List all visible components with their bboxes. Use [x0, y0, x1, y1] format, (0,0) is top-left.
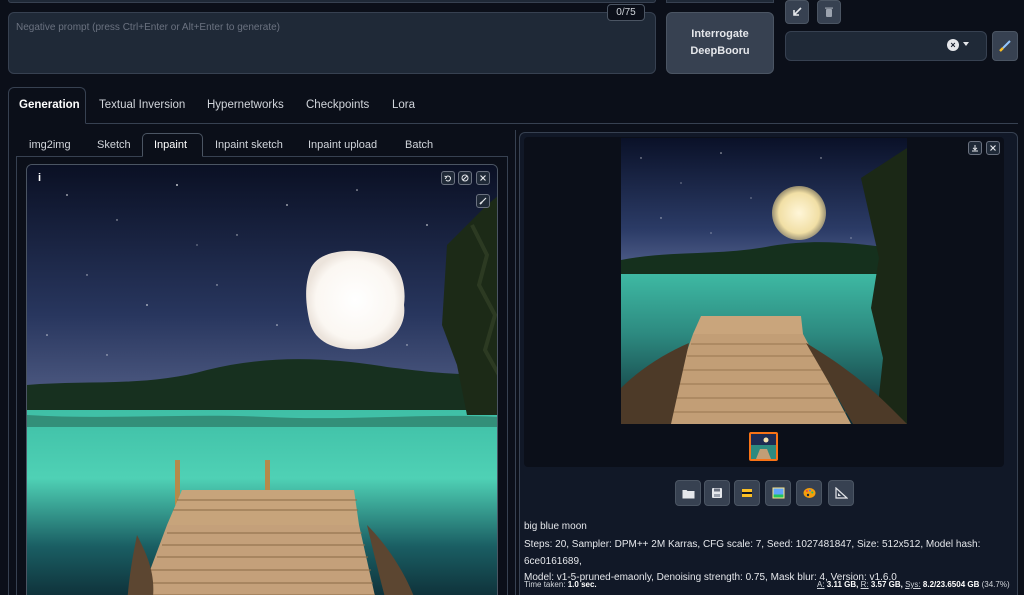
brush-size-button[interactable] — [476, 194, 490, 208]
dropdown-caret-icon — [963, 42, 969, 46]
vram-a-label: A: — [817, 580, 825, 589]
undo-button[interactable] — [441, 171, 455, 185]
remove-image-button[interactable] — [476, 171, 490, 185]
negative-prompt-placeholder: Negative prompt (press Ctrl+Enter or Alt… — [16, 22, 281, 33]
read-params-button[interactable] — [785, 0, 809, 24]
zip-icon — [742, 489, 752, 497]
brush-icon — [999, 40, 1011, 52]
open-folder-button[interactable] — [675, 480, 701, 506]
vram-usage: A: 3.11 GB, R: 3.57 GB, Sys: 8.2/23.6504… — [817, 580, 1010, 589]
image-icon — [772, 487, 784, 499]
close-gallery-button[interactable] — [986, 141, 1000, 155]
ruler-icon — [834, 487, 848, 499]
thumbnail-image — [751, 434, 776, 459]
download-icon — [972, 145, 978, 152]
time-taken: Time taken: 1.0 sec. — [524, 580, 597, 589]
tab-generation-label[interactable]: Generation — [19, 99, 80, 111]
clear-canvas-button[interactable] — [458, 171, 472, 185]
arrow-down-left-icon — [793, 7, 802, 16]
sub-panel-border — [16, 156, 17, 595]
close-icon — [990, 145, 996, 151]
undo-icon — [444, 175, 451, 182]
clear-icon[interactable]: × — [947, 39, 959, 51]
vram-sys-label: Sys: — [905, 580, 921, 589]
send-to-inpaint-button[interactable] — [796, 480, 822, 506]
download-button[interactable] — [968, 141, 982, 155]
token-counter: 0/75 — [607, 4, 645, 21]
gallery-thumbnail[interactable] — [749, 432, 778, 461]
tab-img2img[interactable]: img2img — [29, 139, 71, 151]
zip-button[interactable] — [734, 480, 760, 506]
tab-inpaint-sketch[interactable]: Inpaint sketch — [215, 139, 283, 151]
tab-lora[interactable]: Lora — [392, 99, 415, 111]
apply-style-button[interactable] — [992, 31, 1018, 61]
canvas-info-label: i — [38, 172, 42, 184]
folder-icon — [682, 489, 694, 498]
close-icon — [480, 175, 486, 181]
panel-divider — [515, 130, 516, 595]
save-button[interactable] — [704, 480, 730, 506]
interrogate-label-2: DeepBooru — [690, 45, 750, 57]
output-prompt: big blue moon — [524, 521, 587, 532]
time-taken-value: 1.0 sec. — [567, 580, 597, 589]
generated-image[interactable] — [621, 138, 907, 424]
trash-icon — [825, 7, 833, 17]
vram-a-value: 3.11 GB, — [826, 580, 859, 589]
send-to-extras-button[interactable] — [828, 480, 854, 506]
tab-inpaint-label[interactable]: Inpaint — [154, 139, 187, 151]
brush-size-icon — [479, 197, 487, 205]
tab-textual-inversion[interactable]: Textual Inversion — [99, 99, 185, 111]
tab-checkpoints[interactable]: Checkpoints — [306, 99, 369, 111]
button-edge — [666, 0, 774, 3]
params-line-1: Steps: 20, Sampler: DPM++ 2M Karras, CFG… — [524, 539, 981, 567]
time-taken-label: Time taken: — [524, 580, 566, 589]
vram-r-value: 3.57 GB, — [870, 580, 903, 589]
tab-batch[interactable]: Batch — [405, 139, 433, 151]
send-to-img2img-button[interactable] — [765, 480, 791, 506]
vram-percent: (34.7%) — [981, 580, 1010, 589]
vram-r-label: R: — [860, 580, 869, 589]
inpaint-canvas[interactable] — [26, 164, 498, 595]
lake-dock-image — [27, 165, 497, 595]
vram-sys-value: 8.2/23.6504 GB — [922, 580, 980, 589]
tab-inpaint-upload[interactable]: Inpaint upload — [308, 139, 377, 151]
generated-image-graphic — [621, 138, 907, 424]
clear-prompt-button[interactable] — [817, 0, 841, 24]
palette-icon — [803, 488, 815, 498]
interrogate-label-1: Interrogate — [691, 28, 749, 40]
sub-tabs-divider — [16, 156, 508, 157]
eraser-icon — [461, 174, 469, 182]
interrogate-deepbooru-button[interactable]: Interrogate DeepBooru — [666, 12, 774, 74]
sub-panel-border — [507, 156, 508, 595]
tab-sketch[interactable]: Sketch — [97, 139, 131, 151]
save-icon — [712, 488, 722, 498]
prompt-box-edge — [8, 0, 656, 3]
tab-hypernetworks[interactable]: Hypernetworks — [207, 99, 284, 111]
